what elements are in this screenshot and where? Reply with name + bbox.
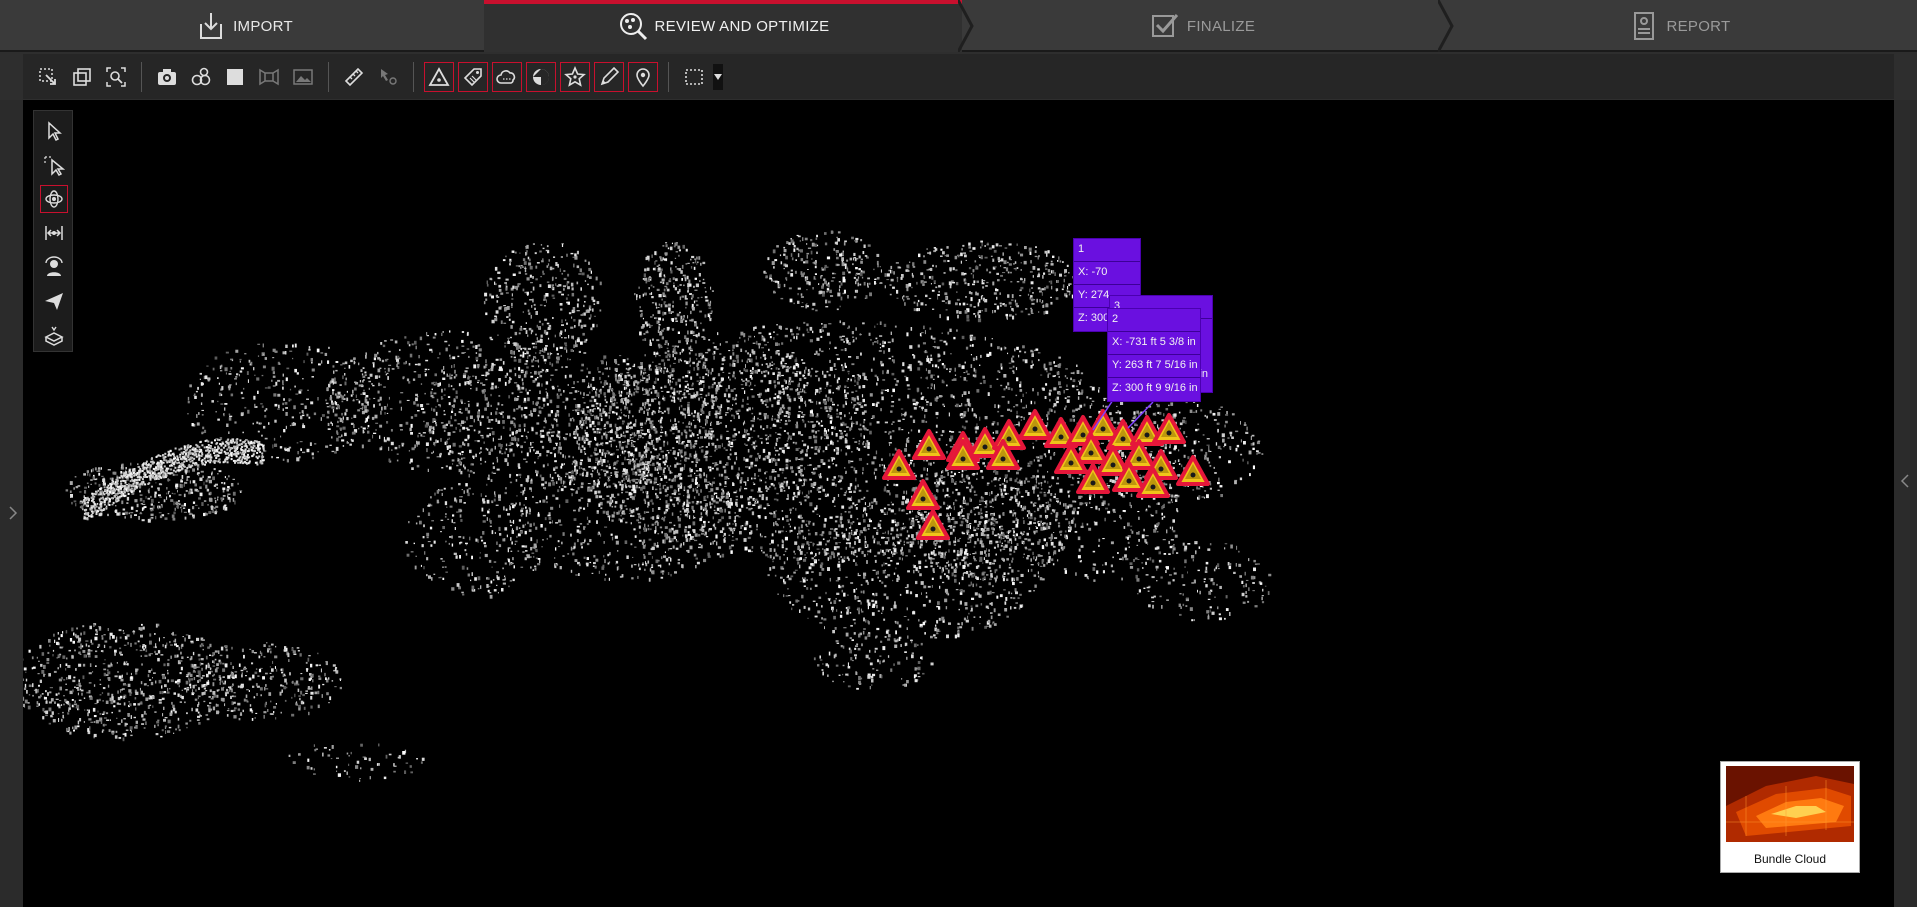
image-button[interactable] bbox=[288, 62, 318, 92]
toolbar-separator bbox=[328, 61, 329, 92]
star-marker-button[interactable] bbox=[560, 61, 590, 92]
pick-point-icon bbox=[381, 68, 397, 85]
workflow-bar: IMPORT REVIEW AND OPTIMIZE FINALIZE REPO… bbox=[0, 0, 1917, 52]
rect-select-button[interactable] bbox=[679, 62, 709, 92]
point-cloud-render bbox=[23, 230, 1272, 782]
box-view-button[interactable] bbox=[220, 62, 250, 92]
rect-select-dropdown[interactable] bbox=[713, 63, 723, 90]
camera-icon bbox=[158, 68, 176, 85]
label-x: X: -70 bbox=[1074, 262, 1140, 285]
label-id: 2 bbox=[1108, 309, 1200, 332]
label-x: X: -731 ft 5 3/8 in bbox=[1108, 332, 1200, 355]
import-icon bbox=[200, 13, 223, 39]
walk-tool-button[interactable] bbox=[40, 253, 68, 281]
measure-button[interactable] bbox=[339, 62, 369, 92]
toolbar-separator bbox=[413, 61, 414, 92]
thumbnail-label: Bundle Cloud bbox=[1753, 852, 1827, 866]
label-id: 1 bbox=[1074, 239, 1140, 262]
expand-right-arrow-icon[interactable] bbox=[1900, 474, 1910, 488]
panorama-view-button[interactable] bbox=[254, 62, 284, 92]
toolbar-separator bbox=[141, 61, 142, 92]
panorama-view-icon bbox=[259, 68, 279, 85]
target-button[interactable] bbox=[526, 61, 556, 92]
clip-box-icon bbox=[73, 67, 91, 86]
expand-left-arrow-icon[interactable] bbox=[8, 506, 18, 520]
label-y: Y: 263 ft 7 5/16 in bbox=[1108, 355, 1200, 378]
scan-positions-button[interactable] bbox=[186, 62, 216, 92]
clip-plane-icon bbox=[44, 326, 64, 346]
tag-button[interactable] bbox=[458, 61, 488, 92]
bundle-cloud-thumbnail[interactable]: Bundle Cloud bbox=[1720, 761, 1860, 873]
pen-button[interactable] bbox=[594, 61, 624, 92]
chevron-down-icon bbox=[714, 73, 722, 80]
fit-width-tool-button[interactable] bbox=[40, 219, 68, 247]
fly-tool-button[interactable] bbox=[40, 287, 68, 315]
navigation-tool-palette bbox=[33, 110, 73, 352]
fly-icon bbox=[45, 293, 63, 310]
cloud-button[interactable] bbox=[492, 61, 522, 92]
step-import-label: IMPORT bbox=[233, 17, 293, 35]
orbit-icon bbox=[45, 190, 63, 208]
clip-plane-tool-button[interactable] bbox=[40, 321, 68, 349]
walk-icon bbox=[45, 256, 63, 276]
bundle-cloud-preview-image bbox=[1726, 766, 1854, 842]
point-label-2[interactable]: 2 X: -731 ft 5 3/8 in Y: 263 ft 7 5/16 i… bbox=[1107, 308, 1201, 402]
zoom-extents-button[interactable] bbox=[101, 62, 131, 92]
add-select-tool-button[interactable] bbox=[40, 151, 68, 179]
label-z: Z: 300 ft 9 9/16 in bbox=[1112, 382, 1198, 394]
step-review-label: REVIEW AND OPTIMIZE bbox=[654, 17, 830, 35]
pick-point-button[interactable] bbox=[373, 62, 403, 92]
fit-width-icon bbox=[45, 226, 63, 240]
review-icon bbox=[619, 13, 647, 41]
warning-marker-button[interactable] bbox=[424, 61, 454, 92]
location-pin-button[interactable] bbox=[628, 61, 658, 92]
step-finalize[interactable]: FINALIZE bbox=[962, 0, 1442, 52]
fit-selection-button[interactable] bbox=[33, 62, 63, 92]
step-review-and-optimize[interactable]: REVIEW AND OPTIMIZE bbox=[484, 0, 962, 52]
fit-selection-icon bbox=[39, 67, 56, 85]
clip-box-button[interactable] bbox=[67, 62, 97, 92]
star-marker-icon bbox=[564, 65, 586, 87]
cloud-icon bbox=[496, 69, 516, 84]
step-report[interactable]: REPORT bbox=[1442, 0, 1917, 52]
right-panel-collapsed[interactable] bbox=[1894, 100, 1917, 907]
pen-icon bbox=[600, 66, 620, 85]
scan-positions-icon bbox=[191, 67, 211, 85]
toolbar-separator bbox=[668, 61, 669, 92]
left-panel-collapsed[interactable] bbox=[0, 100, 23, 907]
point-cloud-viewport[interactable]: 1 X: -70 Y: 274 Z: 300 3 in 2 X: -731 ft… bbox=[23, 100, 1894, 907]
location-pin-icon bbox=[636, 67, 650, 87]
warning-marker-icon bbox=[428, 66, 450, 86]
tag-icon bbox=[463, 67, 482, 86]
rect-select-icon bbox=[685, 68, 703, 85]
add-select-icon bbox=[44, 156, 65, 176]
zoom-extents-icon bbox=[106, 66, 126, 87]
select-icon bbox=[48, 121, 62, 142]
select-tool-button[interactable] bbox=[40, 117, 68, 145]
orbit-tool-button[interactable] bbox=[40, 185, 68, 213]
image-icon bbox=[293, 68, 313, 85]
step-import[interactable]: IMPORT bbox=[0, 0, 488, 52]
box-view-icon bbox=[227, 68, 243, 85]
toolbar bbox=[23, 54, 1894, 99]
target-icon bbox=[533, 68, 549, 85]
step-report-label: REPORT bbox=[1666, 17, 1731, 35]
report-icon bbox=[1634, 12, 1655, 40]
toolbar-area bbox=[0, 52, 1917, 100]
step-finalize-label: FINALIZE bbox=[1186, 17, 1256, 35]
camera-button[interactable] bbox=[152, 62, 182, 92]
measure-icon bbox=[344, 67, 364, 86]
finalize-icon bbox=[1151, 14, 1179, 37]
